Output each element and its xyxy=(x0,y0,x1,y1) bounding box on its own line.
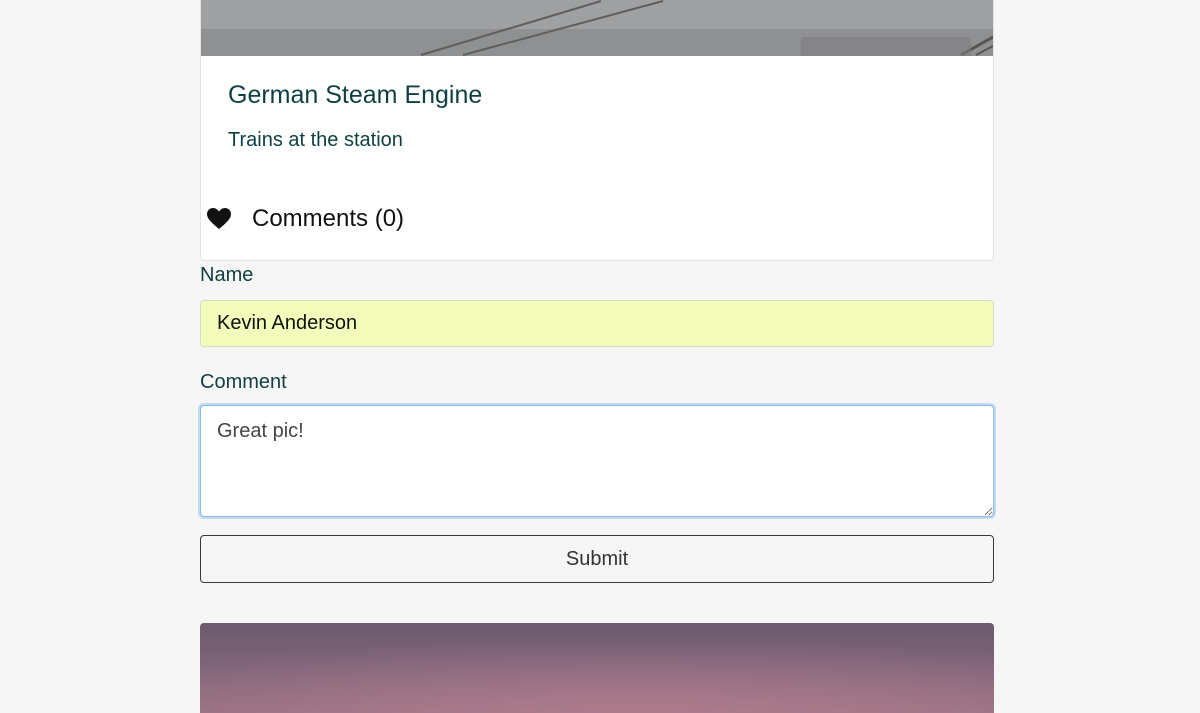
post-title: German Steam Engine xyxy=(228,81,483,109)
comment-label: Comment xyxy=(200,371,287,393)
heart-icon[interactable] xyxy=(207,208,231,230)
post-subtitle: Trains at the station xyxy=(228,129,403,151)
name-label: Name xyxy=(200,264,254,286)
train-photo[interactable] xyxy=(201,0,993,56)
submit-button[interactable]: Submit xyxy=(200,535,994,583)
photo-card: German Steam Engine Trains at the statio… xyxy=(200,0,994,261)
name-input[interactable] xyxy=(200,300,994,347)
comment-textarea[interactable]: Great pic! xyxy=(200,405,994,517)
comments-toggle[interactable]: Comments (0) xyxy=(207,205,404,233)
comments-count-label: Comments (0) xyxy=(252,205,405,232)
